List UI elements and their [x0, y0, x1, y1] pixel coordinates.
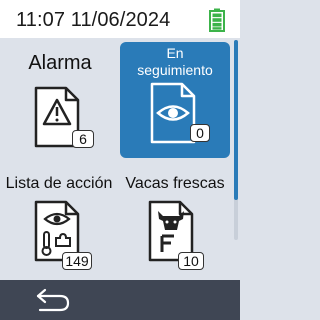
scrollbar-thumb[interactable]	[234, 40, 238, 200]
menu-grid: Alarma 6 En seguimiento 0 Lista de acció…	[0, 38, 240, 308]
battery-full-icon	[209, 8, 225, 32]
tile-alarma[interactable]: Alarma 6	[4, 46, 116, 158]
tile-vacas-frescas[interactable]: Vacas frescas 10	[118, 174, 232, 278]
back-arrow-icon[interactable]	[28, 286, 74, 314]
tile-en-seguimiento[interactable]: En seguimiento 0	[120, 42, 230, 158]
tile-label: Lista de acción	[5, 175, 113, 192]
count-badge: 6	[72, 130, 94, 148]
count-badge: 0	[190, 124, 210, 142]
time-date: 11:07 11/06/2024	[16, 9, 171, 31]
tile-lista-de-accion[interactable]: Lista de acción 149	[0, 174, 118, 278]
status-bar: 11:07 11/06/2024	[0, 0, 240, 38]
tile-label: Alarma	[28, 52, 92, 74]
count-badge: 10	[178, 252, 204, 270]
tile-label: Vacas frescas	[125, 175, 225, 192]
tile-label: En seguimiento	[137, 45, 213, 78]
count-badge: 149	[62, 252, 92, 270]
